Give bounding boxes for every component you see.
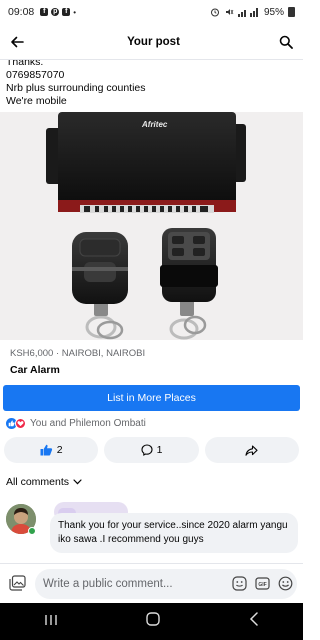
comment-icon: [141, 444, 153, 456]
like-thumb-icon: [40, 444, 52, 456]
chevron-down-icon: [73, 479, 82, 485]
gif-button[interactable]: GIF: [255, 576, 270, 591]
photo-attach-button[interactable]: [9, 575, 26, 596]
page-title: Your post: [127, 35, 180, 48]
back-button[interactable]: [0, 24, 34, 60]
system-back-button[interactable]: [249, 612, 259, 631]
search-icon: [279, 35, 293, 49]
comment-text: Thank you for your service..since 2020 a…: [58, 520, 288, 545]
post-line: Nrb plus surrounding counties: [6, 82, 146, 94]
post-line: We're mobile: [6, 95, 67, 107]
post-line: 0769857070: [6, 69, 65, 81]
gif-icon: GIF: [255, 577, 270, 590]
home-icon: [146, 612, 161, 626]
like-count: 2: [56, 444, 63, 456]
comments-sort-label: All comments: [6, 476, 70, 488]
mute-icon: [225, 9, 234, 15]
brand-text: Afritec: [141, 120, 168, 129]
back-arrow-icon: [11, 36, 24, 47]
online-status-indicator: [28, 527, 36, 535]
car-alarm-photo: Afritec: [46, 112, 246, 340]
chevron-left-icon: [249, 612, 258, 626]
listing-title: Car Alarm: [10, 364, 60, 376]
status-app-icons: f p f •: [40, 8, 76, 17]
remote-left: [72, 232, 128, 340]
status-bar: 09:08 f p f • 95%: [0, 0, 303, 24]
pinterest-icon: p: [51, 8, 60, 16]
search-button[interactable]: [269, 24, 303, 60]
like-button[interactable]: 2: [4, 437, 99, 463]
svg-text:GIF: GIF: [258, 582, 266, 588]
sticker-button[interactable]: [232, 576, 247, 591]
listing-price-location: KSH6,000 · NAIROBI, NAIROBI: [10, 348, 146, 359]
status-time: 09:08: [8, 6, 35, 18]
comment-input-placeholder: Write a public comment...: [43, 578, 173, 590]
signal-icon: [237, 8, 258, 17]
share-button[interactable]: [204, 437, 299, 463]
reactions-summary[interactable]: You and Philemon Ombati: [6, 418, 146, 429]
comment-button[interactable]: 1: [104, 437, 199, 463]
love-reaction-icon: [15, 418, 26, 429]
alarm-icon: [210, 8, 219, 17]
emoji-icon: [278, 576, 293, 591]
comment-composer: Write a public comment... GIF: [0, 563, 303, 603]
recent-apps-icon: [45, 614, 57, 625]
remote-right: [160, 228, 218, 340]
comments-sort-dropdown[interactable]: All comments: [6, 476, 82, 488]
listing-photo[interactable]: Afritec: [0, 112, 303, 340]
facebook-icon: f: [62, 8, 71, 16]
action-row: 2 1: [4, 437, 299, 463]
system-navigation-bar: [0, 603, 303, 640]
notification-dot-icon: •: [73, 7, 77, 17]
emoji-button[interactable]: [278, 576, 293, 591]
comment-count: 1: [156, 444, 163, 456]
composer-tools: GIF: [232, 576, 293, 591]
battery-icon: [288, 7, 295, 17]
sticker-icon: [232, 576, 247, 591]
status-right: 95%: [210, 7, 295, 18]
recent-apps-button[interactable]: [44, 613, 58, 631]
facebook-icon: f: [40, 8, 49, 16]
listing-info: KSH6,000 · NAIROBI, NAIROBI Car Alarm: [0, 340, 303, 376]
gallery-icon: [9, 575, 26, 591]
app-bar: Your post: [0, 24, 303, 60]
reactors-text: You and Philemon Ombati: [30, 418, 146, 429]
post-line: Thanks.: [6, 60, 44, 68]
share-icon: [245, 444, 258, 456]
post-description: Thanks. 0769857070 Nrb plus surrounding …: [0, 60, 303, 112]
alarm-control-unit: Afritec: [46, 112, 246, 213]
comment-bubble[interactable]: Thank you for your service..since 2020 a…: [50, 513, 298, 553]
list-in-more-places-button[interactable]: List in More Places: [3, 385, 300, 411]
home-button[interactable]: [146, 612, 161, 631]
battery-percent: 95%: [263, 6, 284, 18]
